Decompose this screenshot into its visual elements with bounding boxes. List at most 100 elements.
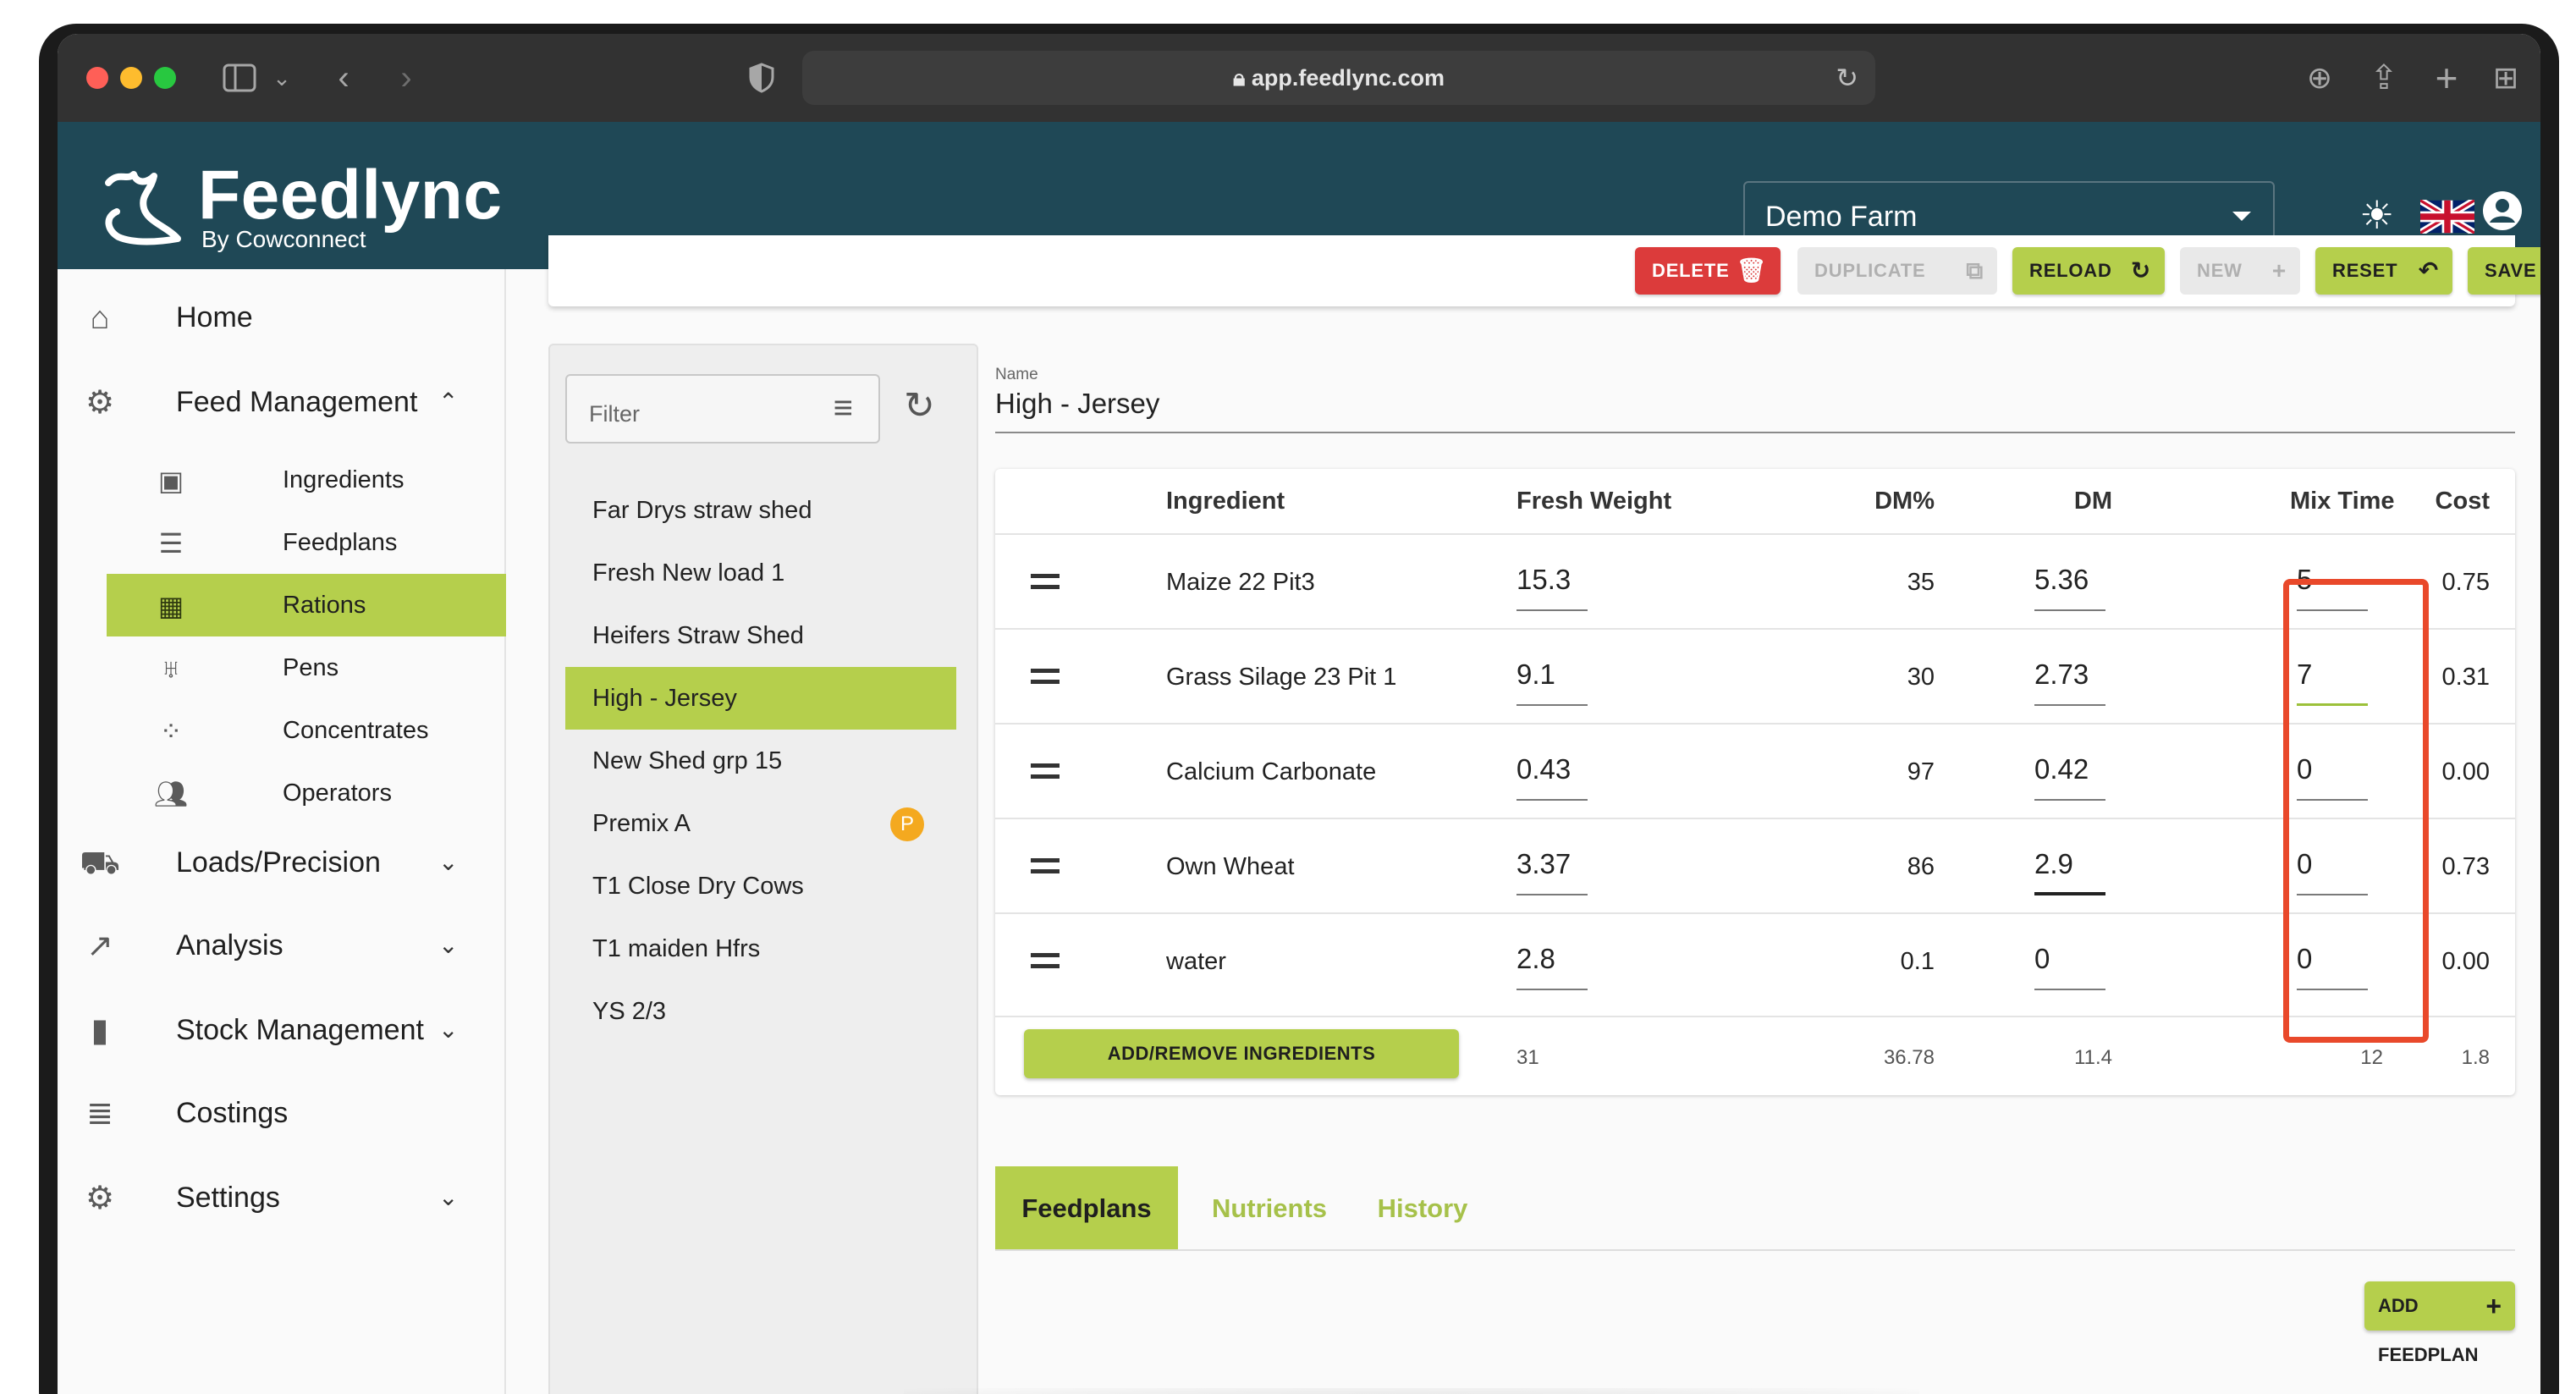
browser-window: ⌄ ‹ › 🔒︎ app.feedlync.com ↻ ⊕ ⇪ + ⊞ Feed… (58, 34, 2540, 1394)
drag-handle-icon[interactable] (1031, 953, 1060, 968)
ration-item[interactable]: New Shed grp 15 (565, 730, 956, 792)
ingredient-name: Calcium Carbonate (1166, 758, 1377, 785)
ration-item[interactable]: YS 2/3 (565, 980, 956, 1043)
filter-icon[interactable]: ≡ (834, 388, 853, 428)
save-button[interactable]: SAVE💾︎ (2468, 247, 2540, 295)
ration-label: Premix A (592, 810, 691, 837)
fresh-weight-input[interactable]: 15.3 (1516, 552, 1588, 611)
sidebar-item-label: Feedplans (283, 529, 398, 556)
address-bar[interactable]: 🔒︎ app.feedlync.com ↻ (802, 51, 1875, 105)
checklist-icon: ☰ (158, 528, 184, 559)
page-reload-icon[interactable]: ↻ (1836, 51, 1858, 105)
sidebar-item-label: Home (176, 301, 253, 333)
fresh-weight-input[interactable]: 2.8 (1516, 931, 1588, 990)
dm-input[interactable]: 2.73 (2034, 647, 2105, 706)
ingredient-name: Maize 22 Pit3 (1166, 569, 1315, 596)
dm-input[interactable]: 2.9 (2034, 836, 2105, 895)
ration-label: Heifers Straw Shed (592, 622, 804, 649)
reload-button[interactable]: RELOAD ↻ (2012, 247, 2165, 295)
back-icon[interactable]: ‹ (327, 52, 361, 103)
fresh-weight-input[interactable]: 0.43 (1516, 741, 1588, 801)
sidebar-item-ingredients[interactable]: ▣ Ingredients (107, 449, 506, 511)
duplicate-button[interactable]: DUPLICATE ⧉ (1797, 247, 1997, 295)
delete-button[interactable]: DELETE 🗑︎ (1635, 247, 1781, 295)
tab-feedplans[interactable]: Feedplans (995, 1166, 1178, 1251)
drag-handle-icon[interactable] (1031, 763, 1060, 779)
action-toolbar: DELETE 🗑︎ DUPLICATE ⧉ RELOAD ↻ NEW + RESET ↶ … (548, 235, 2540, 306)
mix-time-highlight (2283, 579, 2429, 1043)
dm-pct-value: 86 (1907, 853, 1935, 880)
sidebar-item-feed-management[interactable]: ⚙ Feed Management ⌃ (58, 371, 506, 433)
dm-input[interactable]: 0.42 (2034, 741, 2105, 801)
sidebar-item-label: Operators (283, 780, 392, 807)
brightness-icon[interactable]: ☀ (2359, 190, 2394, 240)
chevron-up-icon: ⌃ (438, 388, 459, 415)
tab-divider (995, 1249, 2515, 1251)
reset-button[interactable]: RESET ↶ (2315, 247, 2452, 295)
ration-book-icon: ▦ (157, 591, 184, 621)
forward-icon[interactable]: › (389, 52, 423, 103)
sidebar-item-label: Ingredients (283, 466, 405, 493)
close-window-button[interactable] (86, 67, 108, 89)
sidebar-item-label: Feed Management (176, 386, 418, 418)
sidebar-item-concentrates[interactable]: ⁘ Concentrates (107, 699, 506, 762)
dm-pct-value: 97 (1907, 758, 1935, 785)
fresh-weight-input[interactable]: 9.1 (1516, 647, 1588, 706)
fresh-weight-input[interactable]: 3.37 (1516, 836, 1588, 895)
refresh-list-icon[interactable]: ↻ (904, 381, 935, 432)
add-feedplan-button[interactable]: ADD FEEDPLAN + (2364, 1281, 2515, 1365)
chevron-down-icon[interactable]: ⌄ (269, 52, 294, 103)
tab-nutrients[interactable]: Nutrients (1195, 1166, 1344, 1251)
add-remove-ingredients-button[interactable]: ADD/REMOVE INGREDIENTS (1024, 1029, 1459, 1078)
sidebar-item-analysis[interactable]: ↗ Analysis ⌄ (58, 914, 506, 977)
maximize-window-button[interactable] (154, 67, 176, 89)
trend-icon: ↗ (86, 928, 113, 964)
pen-icon: ♅ (161, 653, 181, 684)
sidebar-item-stock-management[interactable]: ▮ Stock Management ⌄ (58, 999, 506, 1061)
save-button-label: SAVE (2485, 260, 2537, 281)
name-field[interactable]: High - Jersey (995, 388, 1159, 420)
sidebar-item-label: Rations (283, 592, 366, 619)
ration-item[interactable]: T1 Close Dry Cows (565, 855, 956, 917)
reset-button-label: RESET (2332, 260, 2398, 281)
bottom-shadow (904, 1388, 1919, 1394)
dm-pct-value: 30 (1907, 664, 1935, 691)
drag-handle-icon[interactable] (1031, 574, 1060, 589)
sidebar-toggle-icon[interactable] (218, 52, 261, 103)
chevron-down-icon: ⌄ (438, 1184, 459, 1210)
ration-item[interactable]: Premix A P (565, 792, 956, 855)
download-icon[interactable]: ⊕ (2300, 52, 2339, 103)
dm-input[interactable]: 0 (2034, 931, 2105, 990)
tab-overview-icon[interactable]: ⊞ (2486, 52, 2525, 103)
filter-input[interactable]: Filter ≡ (565, 374, 880, 444)
header-dm-pct: DM% (1874, 488, 1935, 515)
sidebar-item-operators[interactable]: 👥︎ Operators (107, 762, 506, 824)
ration-item[interactable]: Far Drys straw shed (565, 479, 956, 542)
sidebar-item-costings[interactable]: ≣ Costings (58, 1082, 506, 1144)
share-icon[interactable]: ⇪ (2364, 52, 2403, 103)
tab-history[interactable]: History (1359, 1166, 1486, 1251)
ration-label: Fresh New load 1 (592, 559, 785, 587)
shield-icon[interactable] (745, 52, 779, 103)
ration-item[interactable]: T1 maiden Hfrs (565, 917, 956, 980)
sidebar-item-loads-precision[interactable]: ⛟ Loads/Precision ⌄ (58, 831, 506, 894)
ration-label: Far Drys straw shed (592, 497, 812, 524)
sidebar-item-rations[interactable]: ▦ Rations (107, 574, 506, 636)
ration-item[interactable]: Fresh New load 1 (565, 542, 956, 604)
sidebar-item-pens[interactable]: ♅ Pens (107, 636, 506, 699)
ration-item-selected[interactable]: High - Jersey (565, 667, 956, 730)
sidebar-nav: ⌂ Home ⚙ Feed Management ⌃ ▣ Ingredients… (58, 269, 506, 1394)
minimize-window-button[interactable] (120, 67, 142, 89)
sidebar-item-home[interactable]: ⌂ Home (58, 286, 506, 349)
drag-handle-icon[interactable] (1031, 858, 1060, 873)
dm-input[interactable]: 5.36 (2034, 552, 2105, 611)
home-icon: ⌂ (90, 300, 110, 336)
new-button[interactable]: NEW + (2180, 247, 2300, 295)
new-tab-icon[interactable]: + (2427, 52, 2466, 103)
sidebar-item-settings[interactable]: ⚙ Settings ⌄ (58, 1166, 506, 1229)
name-field-underline (995, 432, 2515, 433)
sidebar-item-feedplans[interactable]: ☰ Feedplans (107, 511, 506, 574)
ration-item[interactable]: Heifers Straw Shed (565, 604, 956, 667)
refresh-icon: ↻ (2130, 257, 2151, 284)
drag-handle-icon[interactable] (1031, 669, 1060, 684)
